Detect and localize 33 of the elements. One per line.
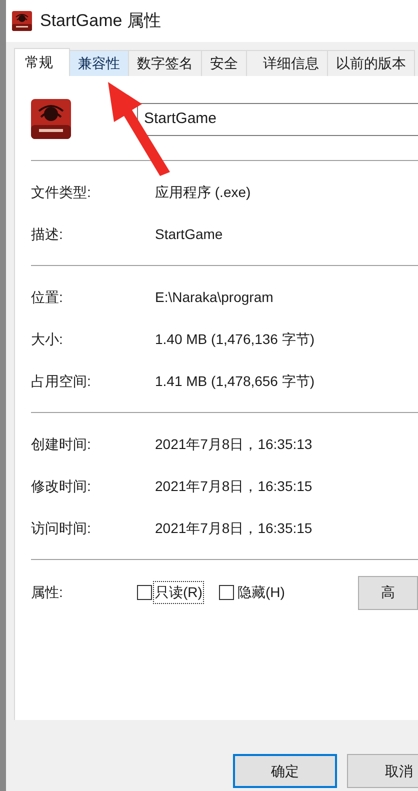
- window-title: StartGame 属性: [40, 10, 161, 32]
- dialog-button[interactable]: 确定: [233, 754, 337, 788]
- field-value: 2021年7月8日，16:35:15: [155, 518, 312, 538]
- field-label: 访问时间:: [31, 518, 92, 538]
- tab[interactable]: 安全: [202, 50, 247, 76]
- field-label: 描述:: [31, 224, 64, 244]
- field-label: 属性:: [31, 583, 64, 602]
- dialog-button[interactable]: 取消: [347, 754, 418, 788]
- field-label: 创建时间:: [31, 434, 92, 454]
- tab[interactable]: 兼容性: [70, 50, 129, 76]
- app-icon: [31, 99, 71, 139]
- checkbox[interactable]: [219, 585, 234, 600]
- tab[interactable]: 常规: [14, 48, 70, 76]
- field-value: 1.40 MB (1,476,136 字节): [155, 330, 315, 349]
- tab[interactable]: 数字签名: [129, 50, 202, 76]
- checkbox-label[interactable]: 只读(R): [154, 582, 204, 603]
- field-value: StartGame: [155, 224, 223, 244]
- advanced-button[interactable]: 高: [358, 576, 418, 610]
- app-icon: [12, 11, 32, 31]
- tab[interactable]: 以前的版本: [328, 50, 415, 76]
- field-label: 修改时间:: [31, 476, 92, 496]
- field-value: 2021年7月8日，16:35:15: [155, 476, 312, 496]
- field-value: 应用程序 (.exe): [155, 182, 251, 202]
- field-value: 2021年7月8日，16:35:13: [155, 434, 312, 454]
- checkbox-label[interactable]: 隐藏(H): [236, 582, 286, 603]
- field-label: 占用空间:: [31, 372, 92, 390]
- tab[interactable]: 详细信息: [247, 50, 328, 76]
- field-label: 文件类型:: [31, 182, 92, 202]
- field-label: 位置:: [31, 288, 64, 306]
- field-value: E:\Naraka\program: [155, 288, 274, 307]
- field-value: 1.41 MB (1,478,656 字节): [155, 372, 315, 391]
- checkbox[interactable]: [137, 585, 152, 600]
- field-label: 大小:: [31, 330, 64, 348]
